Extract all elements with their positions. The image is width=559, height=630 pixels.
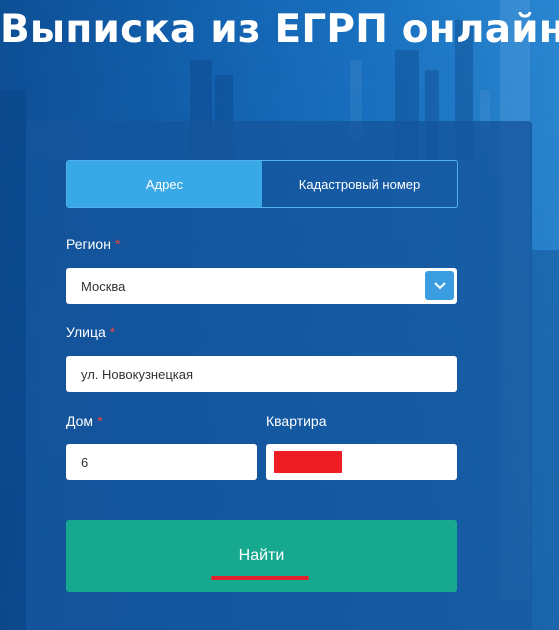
search-mode-tabs: Адрес Кадастровый номер: [66, 160, 458, 208]
house-input[interactable]: 6: [66, 444, 257, 480]
tab-address[interactable]: Адрес: [67, 161, 262, 207]
tab-cadastral-number[interactable]: Кадастровый номер: [262, 161, 457, 207]
search-form-panel: Адрес Кадастровый номер Регион * Москва У…: [26, 121, 532, 630]
street-label-text: Улица: [66, 324, 106, 340]
street-label: Улица *: [66, 323, 115, 341]
house-label-text: Дом: [66, 413, 94, 429]
chevron-down-icon[interactable]: [425, 271, 454, 300]
annotation-underline: [211, 576, 309, 580]
region-select-value: Москва: [81, 278, 126, 294]
page-title: Выписка из ЕГРП онлайн: [0, 7, 559, 52]
street-input-value: ул. Новокузнецкая: [81, 366, 194, 382]
redacted-value-block: [274, 451, 342, 473]
house-label: Дом *: [66, 412, 103, 430]
required-mark: *: [97, 413, 103, 429]
region-label: Регион *: [66, 235, 120, 253]
region-label-text: Регион: [66, 236, 111, 252]
apartment-label: Квартира: [266, 412, 327, 430]
search-button[interactable]: Найти: [66, 520, 457, 592]
required-mark: *: [109, 324, 116, 340]
required-mark: *: [114, 236, 121, 252]
apartment-input[interactable]: [266, 444, 457, 480]
apartment-label-text: Квартира: [266, 413, 327, 429]
street-input[interactable]: ул. Новокузнецкая: [66, 356, 457, 392]
region-select[interactable]: Москва: [66, 268, 457, 304]
house-input-value: 6: [81, 454, 89, 470]
